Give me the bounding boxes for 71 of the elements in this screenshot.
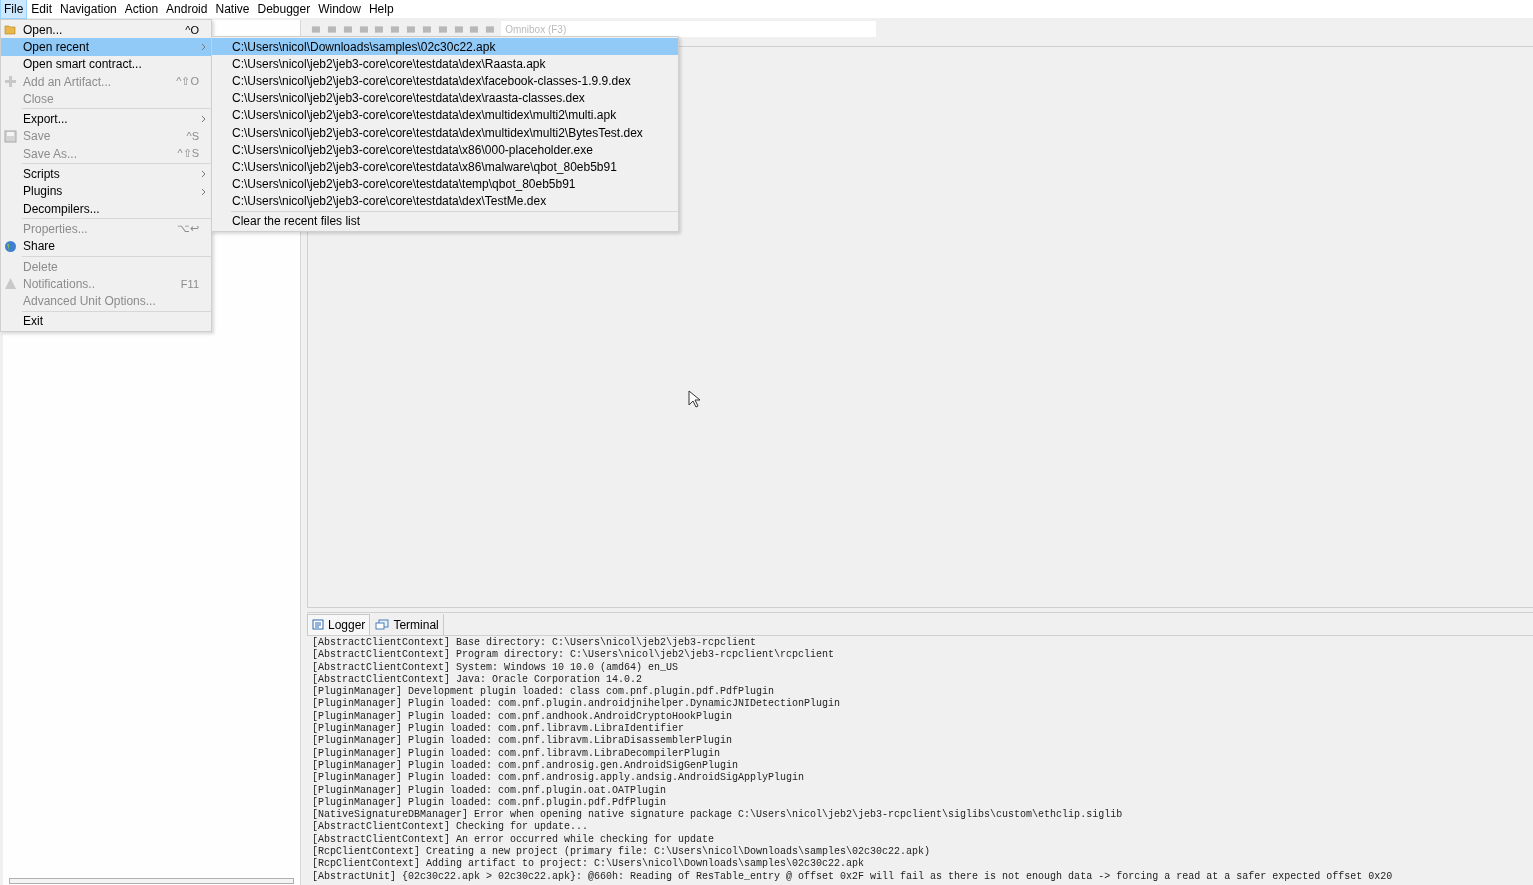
toolbar-icon[interactable] xyxy=(469,23,480,35)
menu-bar-item[interactable]: Help xyxy=(364,0,398,19)
log-line: [PluginManager] Plugin loaded: com.pnf.plugin.androidjnihelper.DynamicJNIDetectionPlugin xyxy=(312,698,842,711)
menu-bar-item[interactable]: Native xyxy=(211,0,254,19)
toolbar-icon[interactable] xyxy=(406,23,416,35)
menu-item[interactable]: C:\Users\nicol\jeb2\jeb3-core\core\testdata\dex\facebook-classes-1.9.9.dex xyxy=(212,72,678,90)
menu-item[interactable]: C:\Users\nicol\jeb2\jeb3-core\core\testdata\dex\TestMe.dex xyxy=(212,192,678,210)
menu-bar-item[interactable]: Navigation xyxy=(56,0,121,19)
log-line: [AbstractClientContext] An error occurred while checking for update xyxy=(312,833,716,846)
toolbar-icon[interactable] xyxy=(358,23,369,35)
terminal-icon xyxy=(375,619,390,631)
menu-item[interactable]: Open recent xyxy=(1,38,211,56)
menu-item[interactable]: Open... ^O xyxy=(1,21,211,39)
toolbar-icon[interactable] xyxy=(437,23,448,35)
menu-item[interactable]: Open smart contract... xyxy=(1,55,211,73)
menu-bar-item[interactable]: File xyxy=(0,0,28,19)
menu-item[interactable]: Decompilers... xyxy=(1,199,211,218)
omnibox-field[interactable]: Omnibox (F3) xyxy=(501,21,876,37)
log-line: [AbstractClientContext] Checking for update... xyxy=(312,821,590,834)
console-tab[interactable]: Logger xyxy=(307,614,371,635)
log-line: [PluginManager] Plugin loaded: com.pnf.libravm.LibraIdentifier xyxy=(312,723,686,735)
menu-bar-item[interactable]: Android xyxy=(162,0,212,19)
menu-item[interactable]: C:\Users\nicol\jeb2\jeb3-core\core\testdata\x86\000-placeholder.exe xyxy=(212,141,678,159)
toolbar-icon[interactable] xyxy=(453,23,464,35)
toolbar-icon[interactable] xyxy=(374,23,385,35)
menu-item[interactable]: C:\Users\nicol\jeb2\jeb3-core\core\testdata\dex\multidex\multi2\multi.apk xyxy=(212,106,678,124)
log-line: [AbstractClientContext] Java: Oracle Corporation 14.0.2 xyxy=(312,673,644,686)
menu-item[interactable]: Clear the recent files list xyxy=(212,212,678,231)
log-line: [PluginManager] Plugin loaded: com.pnf.plugin.oat.OATPlugin xyxy=(312,784,668,797)
log-line: [AbstractClientContext] System: Windows 10 10.0 (amd64) en_US xyxy=(312,661,680,674)
toolbar-icon[interactable] xyxy=(326,23,337,35)
log-line: [PluginManager] Plugin loaded: com.pnf.libravm.LibraDecompilerPlugin xyxy=(312,747,722,760)
menu-item[interactable]: C:\Users\nicol\jeb2\jeb3-core\core\testdata\dex\multidex\multi2\BytesTest.dex xyxy=(212,123,678,142)
toolbar-icon[interactable] xyxy=(485,23,496,35)
menu-bar-item[interactable]: Edit xyxy=(27,0,57,19)
log-line: [RcpClientContext] Creating a new project (primary file: C:\Users\nicol\Downloads\samples\02c30c22.apk) xyxy=(312,846,932,858)
menu-bar-item[interactable]: Debugger xyxy=(253,0,315,19)
folder-icon xyxy=(4,23,17,36)
scrollbar[interactable] xyxy=(9,878,294,884)
menu-item[interactable]: Export... xyxy=(1,110,211,128)
menu-item[interactable]: C:\Users\nicol\jeb2\jeb3-core\core\testdata\dex\Raasta.apk xyxy=(212,55,678,73)
toolbar-icon[interactable] xyxy=(390,23,401,35)
log-line: [PluginManager] Development plugin loaded: class com.pnf.plugin.pdf.PdfPlugin xyxy=(312,686,776,698)
log-line: [AbstractClientContext] Program directory: C:\Users\nicol\jeb2\jeb3-rcpclient\rcpclient xyxy=(312,649,836,662)
toolbar-icon[interactable] xyxy=(311,23,321,35)
menu-item[interactable]: Exit xyxy=(1,312,211,331)
menu-item[interactable]: Scripts xyxy=(1,165,211,183)
log-line: [PluginManager] Plugin loaded: com.pnf.androsig.gen.AndroidSigGenPlugin xyxy=(312,759,740,772)
log-line: [AbstractClientContext] Base directory: C:\Users\nicol\jeb2\jeb3-rcpclient xyxy=(312,637,758,649)
log-icon xyxy=(312,619,324,631)
menu-item[interactable]: C:\Users\nicol\jeb2\jeb3-core\core\testdata\x86\malware\qbot_80eb5b91 xyxy=(212,158,678,176)
menu-item[interactable]: C:\Users\nicol\jeb2\jeb3-core\core\testdata\temp\qbot_80eb5b91 xyxy=(212,175,678,193)
pointer-icon xyxy=(688,390,700,408)
menu-item[interactable]: Share xyxy=(1,237,211,255)
log-line: [PluginManager] Plugin loaded: com.pnf.libravm.LibraDisassemblerPlugin xyxy=(312,735,734,748)
menu-bar-item[interactable]: Action xyxy=(120,0,163,19)
warning-icon xyxy=(4,277,17,291)
menu-bar-item[interactable]: Window xyxy=(314,0,365,19)
menu-item[interactable]: C:\Users\nicol\jeb2\jeb3-core\core\testdata\dex\raasta-classes.dex xyxy=(212,89,678,107)
log-line: [PluginManager] Plugin loaded: com.pnf.andhook.AndroidCryptoHookPlugin xyxy=(312,710,734,723)
plus-icon xyxy=(4,74,17,88)
log-line: [PluginManager] Plugin loaded: com.pnf.androsig.apply.andsig.AndroidSigApplyPlugin xyxy=(312,772,806,785)
menu-item[interactable]: C:\Users\nicol\Downloads\samples\02c30c22.apk xyxy=(212,38,678,56)
globe-icon xyxy=(4,239,17,253)
log-line: [RcpClientContext] Adding artifact to project: C:\Users\nicol\Downloads\samples\02c30c22.apk xyxy=(312,858,866,871)
log-line: [NativeSignatureDBManager] Error when opening native signature package C:\Users\nicol\jeb2\jeb3-rcpclient\siglibs\custom\ethclip.siglib xyxy=(312,809,1124,821)
toolbar-icon[interactable] xyxy=(421,23,432,35)
menu-item[interactable]: Plugins xyxy=(1,182,211,200)
log-line: [PluginManager] Plugin loaded: com.pnf.plugin.pdf.PdfPlugin xyxy=(312,796,668,809)
log-line: [AbstractUnit] {02c30c22.apk > 02c30c22.apk}: @660h: Reading of ResTable_entry @ offset 0x2F will fail as there is not enough data -> forcing a read at a safer expected offset 0x20 xyxy=(312,870,1394,883)
toolbar-icon[interactable] xyxy=(342,23,353,35)
